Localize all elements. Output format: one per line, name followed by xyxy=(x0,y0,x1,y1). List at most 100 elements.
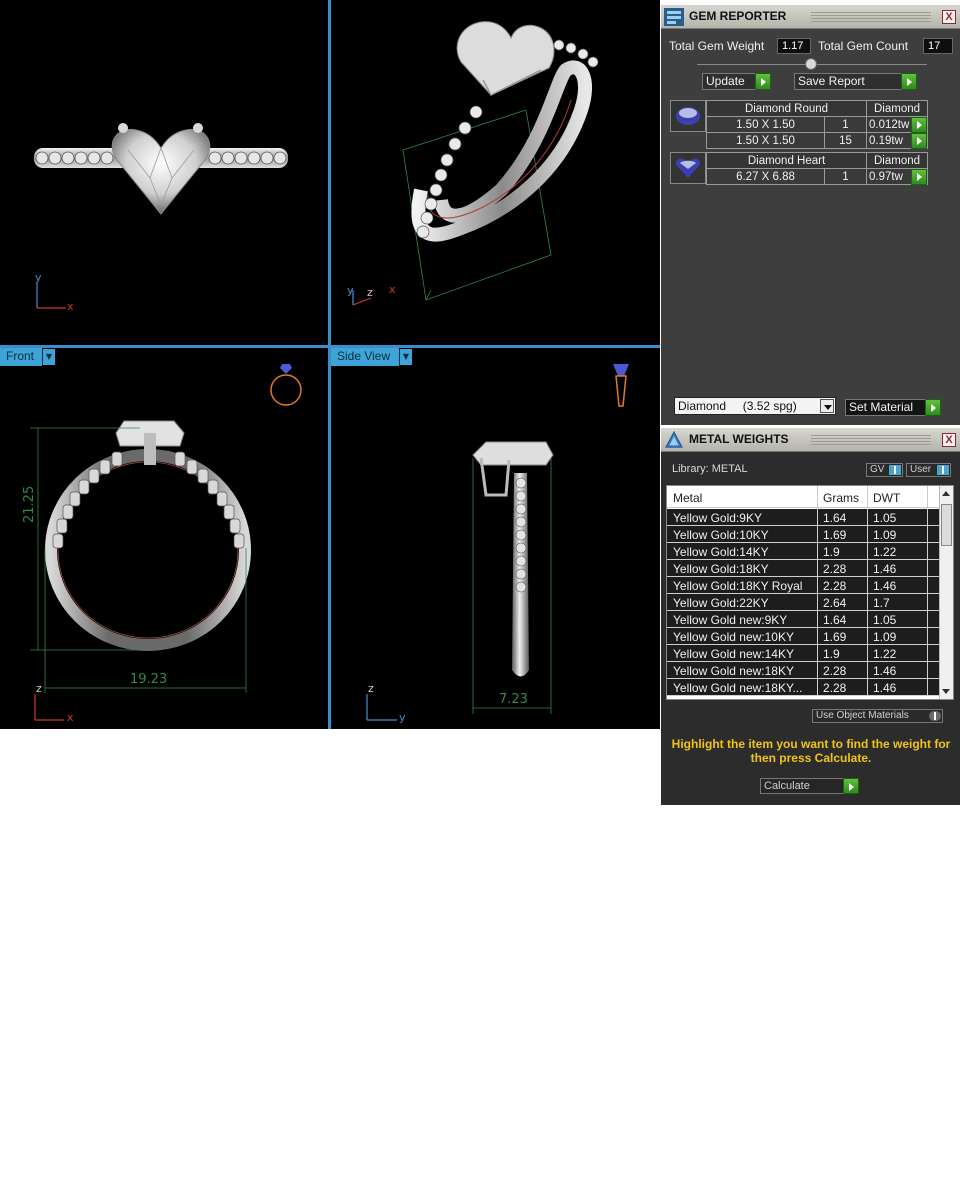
metal-grams-cell: 1.9 xyxy=(823,647,840,661)
metal-weights-close-button[interactable]: X xyxy=(942,433,956,447)
metal-name-cell: Yellow Gold new:18KY xyxy=(673,664,794,678)
gem-row[interactable]: 1.50 X 1.50 15 0.19tw xyxy=(706,132,928,149)
metal-weights-panel: METAL WEIGHTS X Library: METAL GV User M… xyxy=(661,428,960,805)
metal-weights-table[interactable]: Metal Grams DWT Yellow Gold:9KY 1.64 1.05 Y… xyxy=(666,485,954,700)
metal-weights-title: METAL WEIGHTS xyxy=(689,432,789,446)
metal-name-cell: Yellow Gold:10KY xyxy=(673,528,769,542)
titlebar-grip xyxy=(811,12,931,22)
set-material-button-label: Set Material xyxy=(849,400,914,414)
top-viewport[interactable]: y x xyxy=(0,0,328,345)
cell-divider xyxy=(817,662,818,679)
cell-divider xyxy=(927,560,928,577)
play-arrow-icon xyxy=(901,73,917,90)
gem-row-select-button[interactable] xyxy=(911,133,927,149)
gem-shape: Diamond Heart xyxy=(706,152,867,169)
heart-diamond-icon xyxy=(676,158,700,178)
save-report-button[interactable]: Save Report xyxy=(794,73,917,90)
metal-dwt-cell: 1.46 xyxy=(873,562,897,576)
metal-grams-cell: 1.64 xyxy=(823,613,847,627)
metal-table-row[interactable]: Yellow Gold:18KY Royal 2.28 1.46 xyxy=(667,577,941,594)
metal-name-cell: Yellow Gold:18KY xyxy=(673,562,769,576)
set-material-button[interactable]: Set Material xyxy=(845,399,941,416)
cell-divider xyxy=(927,645,928,662)
side-viewport[interactable]: Side View ▼ 7.23 z y xyxy=(331,348,660,729)
column-header-grams[interactable]: Grams xyxy=(823,491,859,505)
use-object-materials-toggle[interactable]: Use Object Materials xyxy=(812,709,943,723)
gem-reporter-title: GEM REPORTER xyxy=(689,9,787,23)
metal-table-row[interactable]: Yellow Gold new:18KY... 2.28 1.46 xyxy=(667,679,941,696)
side-view-ring-render xyxy=(366,364,629,721)
perspective-viewport[interactable]: y z x xyxy=(331,0,660,345)
total-gem-count-value: 17 xyxy=(923,38,953,54)
metal-table-row[interactable]: Yellow Gold:9KY 1.64 1.05 xyxy=(667,509,941,526)
scroll-up-arrow-icon[interactable] xyxy=(942,491,950,496)
metal-weights-titlebar[interactable]: METAL WEIGHTS X xyxy=(661,428,960,452)
gem-group-round-table: Diamond Round Diamond 1.50 X 1.50 1 0.01… xyxy=(706,100,928,149)
column-header-dwt[interactable]: DWT xyxy=(873,491,900,505)
gem-size: 1.50 X 1.50 xyxy=(706,116,825,133)
cell-divider xyxy=(817,645,818,662)
cell-divider xyxy=(927,543,928,560)
round-diamond-icon xyxy=(676,107,700,125)
update-button[interactable]: Update xyxy=(702,73,771,90)
material-select-value: Diamond (3.52 spg) xyxy=(678,399,797,413)
gv-toggle[interactable]: GV xyxy=(866,463,903,477)
front-viewport[interactable]: Front ▼ 21.25 19.23 z x xyxy=(0,348,328,729)
cell-divider xyxy=(867,628,868,645)
gem-group-heart-table: Diamond Heart Diamond 6.27 X 6.88 1 0.97… xyxy=(706,152,928,185)
viewport-divider-vertical[interactable] xyxy=(328,0,331,729)
metal-name-cell: Yellow Gold:14KY xyxy=(673,545,769,559)
cell-divider xyxy=(867,560,868,577)
metal-dwt-cell: 1.7 xyxy=(873,596,890,610)
axis-x-label: x xyxy=(67,300,74,313)
axis-z-label: z xyxy=(36,682,42,695)
cell-divider xyxy=(817,560,818,577)
gem-material: Diamond xyxy=(866,152,928,169)
gem-count: 1 xyxy=(824,168,867,185)
scroll-down-arrow-icon[interactable] xyxy=(942,689,950,694)
scroll-thumb[interactable] xyxy=(941,504,952,546)
collapse-handle-icon[interactable] xyxy=(805,58,817,70)
metal-grams-cell: 1.64 xyxy=(823,511,847,525)
metal-grams-cell: 1.69 xyxy=(823,528,847,542)
metal-name-cell: Yellow Gold:22KY xyxy=(673,596,769,610)
cell-divider xyxy=(817,611,818,628)
gem-reporter-close-button[interactable]: X xyxy=(942,10,956,24)
gem-row-select-button[interactable] xyxy=(911,169,927,185)
axis-y-label: y xyxy=(399,711,406,724)
metal-table-row[interactable]: Yellow Gold new:14KY 1.9 1.22 xyxy=(667,645,941,662)
metal-table-row[interactable]: Yellow Gold new:10KY 1.69 1.09 xyxy=(667,628,941,645)
metal-grams-cell: 1.9 xyxy=(823,545,840,559)
metal-table-row[interactable]: Yellow Gold new:18KY 2.28 1.46 xyxy=(667,662,941,679)
gem-thumbnail-round[interactable] xyxy=(670,100,706,132)
cell-divider xyxy=(817,543,818,560)
gem-row-select-button[interactable] xyxy=(911,117,927,133)
user-toggle[interactable]: User xyxy=(906,463,951,477)
gem-size: 6.27 X 6.88 xyxy=(706,168,825,185)
cell-divider xyxy=(927,628,928,645)
gem-thumbnail-heart[interactable] xyxy=(670,152,706,184)
column-header-metal[interactable]: Metal xyxy=(673,491,702,505)
play-arrow-icon xyxy=(843,778,859,794)
cell-divider xyxy=(817,594,818,611)
cell-divider xyxy=(867,526,868,543)
library-label: Library: METAL xyxy=(672,463,748,475)
dimension-height-label: 21.25 xyxy=(22,485,37,523)
metal-table-row[interactable]: Yellow Gold:14KY 1.9 1.22 xyxy=(667,543,941,560)
axis-z-label: z xyxy=(368,682,374,695)
calculate-button[interactable]: Calculate xyxy=(760,778,859,794)
viewport-divider-horizontal[interactable] xyxy=(0,345,660,348)
metal-table-scrollbar[interactable] xyxy=(939,486,953,699)
gem-row[interactable]: 6.27 X 6.88 1 0.97tw xyxy=(706,168,928,185)
gem-row[interactable]: 1.50 X 1.50 1 0.012tw xyxy=(706,116,928,133)
gem-reporter-titlebar[interactable]: GEM REPORTER X xyxy=(661,5,960,29)
metal-table-row[interactable]: Yellow Gold:18KY 2.28 1.46 xyxy=(667,560,941,577)
metal-table-row[interactable]: Yellow Gold:10KY 1.69 1.09 xyxy=(667,526,941,543)
cell-divider xyxy=(867,662,868,679)
dimension-width-label: 7.23 xyxy=(499,692,528,707)
material-select[interactable]: Diamond (3.52 spg) xyxy=(674,397,836,415)
metal-dwt-cell: 1.22 xyxy=(873,545,897,559)
metal-table-row[interactable]: Yellow Gold new:9KY 1.64 1.05 xyxy=(667,611,941,628)
cell-divider xyxy=(817,509,818,526)
metal-table-row[interactable]: Yellow Gold:22KY 2.64 1.7 xyxy=(667,594,941,611)
